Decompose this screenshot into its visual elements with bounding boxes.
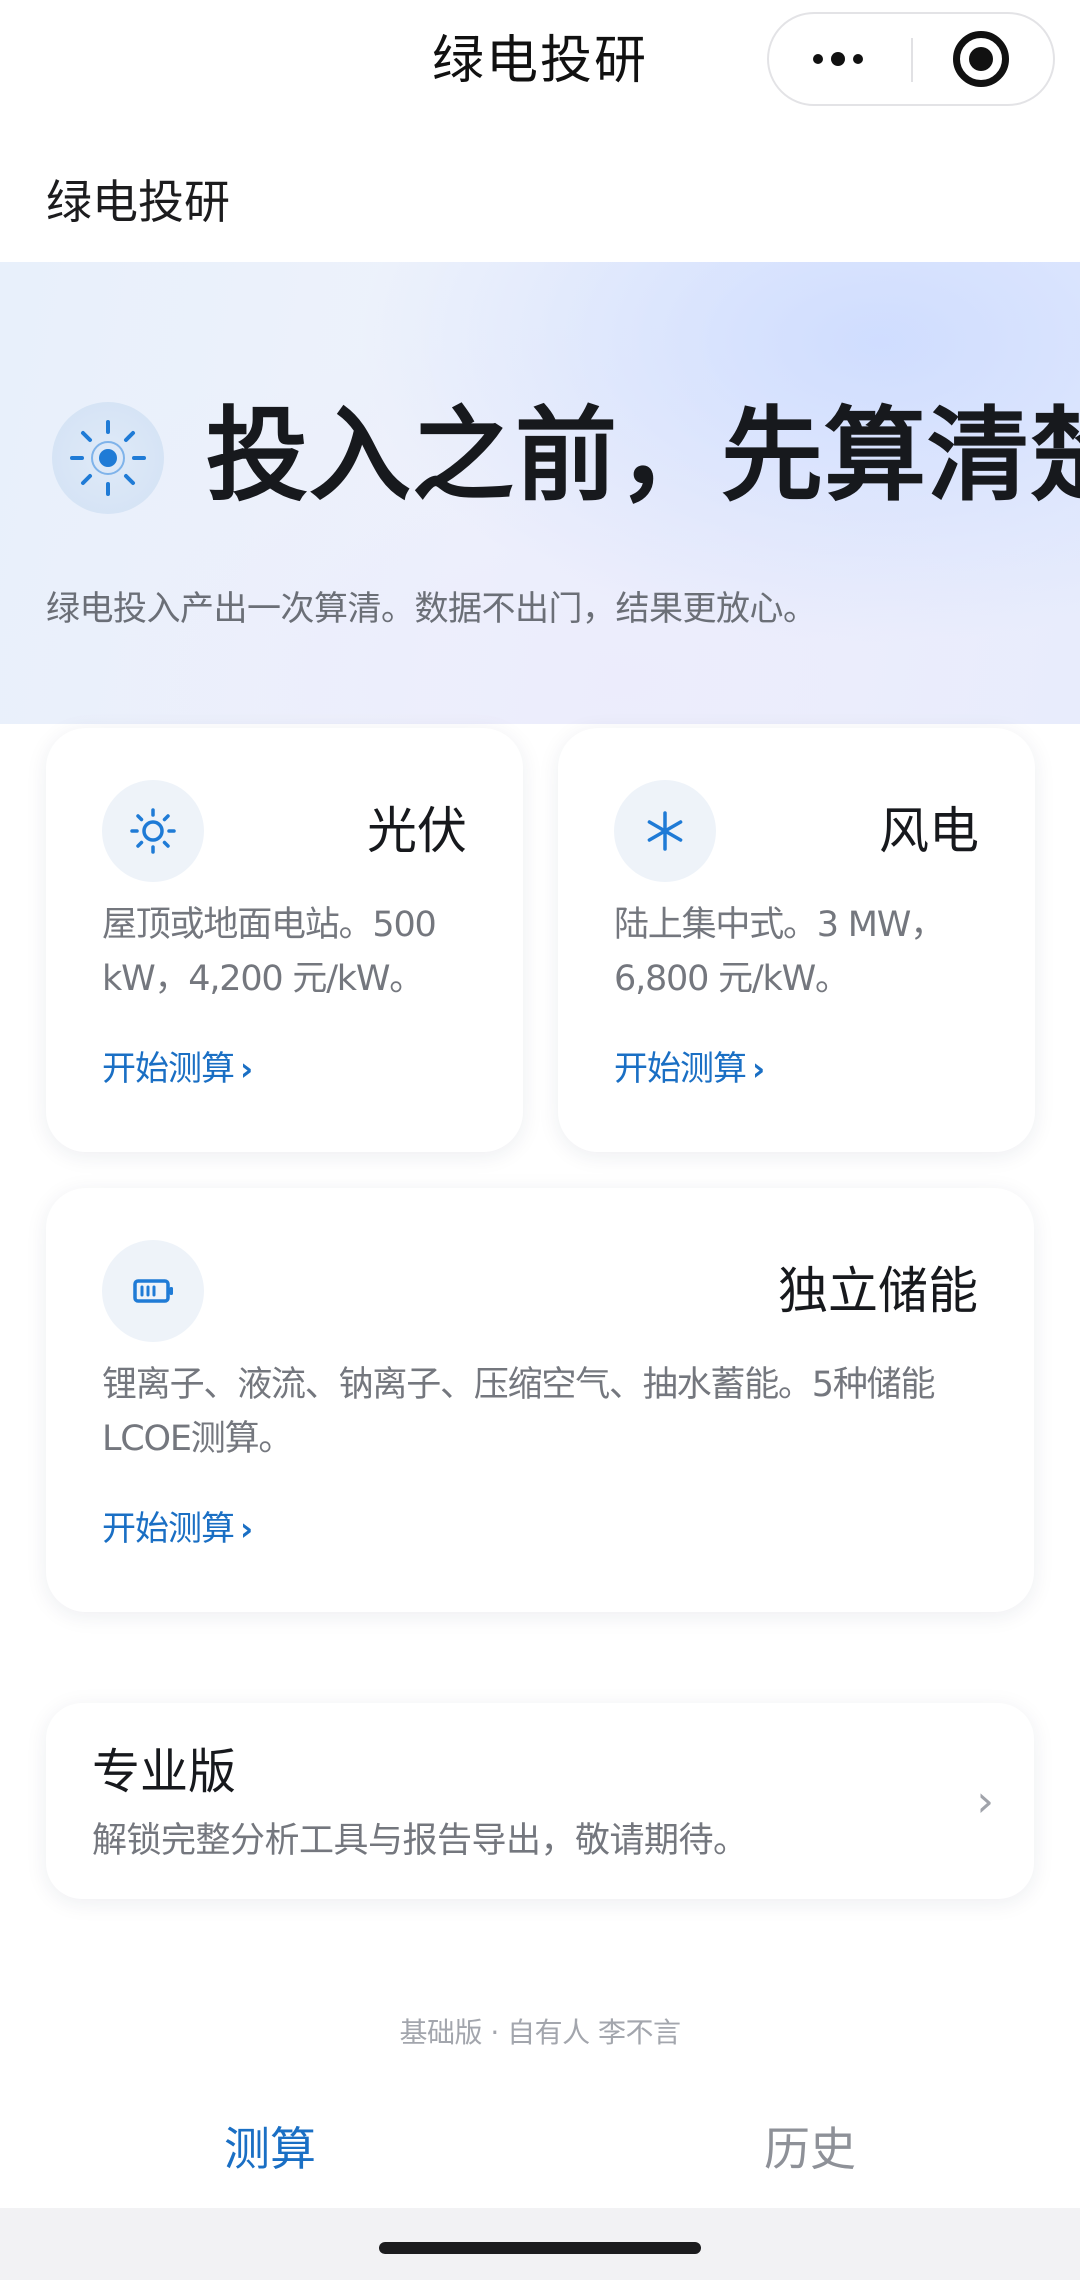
link-label: 开始测算 xyxy=(102,1509,235,1549)
hero-description: 绿电投入产出一次算清。数据不出门，结果更放心。 xyxy=(46,589,817,629)
card-title: 独立储能 xyxy=(778,1262,978,1320)
link-label: 开始测算 xyxy=(614,1049,747,1089)
start-calc-link[interactable]: 开始测算 › xyxy=(102,1044,253,1094)
start-calc-link[interactable]: 开始测算 › xyxy=(614,1044,765,1094)
tab-history[interactable]: 历史 xyxy=(710,2116,910,2182)
card-desc-line: LCOE测算。 xyxy=(102,1419,293,1459)
hero-headline: 投入之前，先算清楚。 xyxy=(206,397,1080,516)
card-desc-line: 6,800 元/kW。 xyxy=(614,959,850,999)
chevron-right-icon: › xyxy=(240,1050,253,1088)
hero-banner: 投入之前，先算清楚。 绿电投入产出一次算清。数据不出门，结果更放心。 xyxy=(0,262,1080,724)
card-title: 风电 xyxy=(879,802,979,860)
chevron-right-icon: › xyxy=(976,1776,994,1827)
card-description: 陆上集中式。3 MW， 6,800 元/kW。 xyxy=(614,898,945,1006)
wind-card[interactable]: 风电 陆上集中式。3 MW， 6,800 元/kW。 开始测算 › xyxy=(558,728,1035,1152)
asterisk-icon xyxy=(614,780,716,882)
card-description: 锂离子、液流、钠离子、压缩空气、抽水蓄能。5种储能 LCOE测算。 xyxy=(102,1358,935,1466)
card-description: 屋顶或地面电站。500 kW，4,200 元/kW。 xyxy=(102,898,437,1006)
bottom-tab-bar: 测算 历史 xyxy=(0,2090,1080,2208)
battery-icon xyxy=(102,1240,204,1342)
page-title: 绿电投研 xyxy=(46,175,230,229)
tab-calculate[interactable]: 测算 xyxy=(170,2116,370,2182)
chevron-right-icon: › xyxy=(240,1510,253,1548)
card-desc-line: 锂离子、液流、钠离子、压缩空气、抽水蓄能。5种储能 xyxy=(102,1365,935,1405)
system-home-area xyxy=(0,2208,1080,2280)
mini-program-capsule xyxy=(767,12,1055,106)
target-circle-icon[interactable] xyxy=(913,14,1053,104)
card-desc-line: 屋顶或地面电站。500 xyxy=(102,905,437,945)
sun-icon xyxy=(52,402,164,514)
link-label: 开始测算 xyxy=(102,1049,235,1089)
top-navbar: 绿电投研 xyxy=(0,0,1080,125)
pv-card[interactable]: 光伏 屋顶或地面电站。500 kW，4,200 元/kW。 开始测算 › xyxy=(46,728,523,1152)
card-desc-line: kW，4,200 元/kW。 xyxy=(102,959,424,999)
storage-card[interactable]: 独立储能 锂离子、液流、钠离子、压缩空气、抽水蓄能。5种储能 LCOE测算。 开… xyxy=(46,1188,1034,1612)
start-calc-link[interactable]: 开始测算 › xyxy=(102,1504,253,1554)
card-title: 光伏 xyxy=(367,802,467,860)
home-indicator[interactable] xyxy=(379,2242,701,2254)
version-note: 基础版 · 自有人 李不言 xyxy=(399,2016,681,2049)
pro-description: 解锁完整分析工具与报告导出，敬请期待。 xyxy=(92,1821,748,1861)
more-dots-icon[interactable] xyxy=(769,14,912,104)
pro-title: 专业版 xyxy=(92,1744,237,1800)
pro-version-card[interactable]: 专业版 解锁完整分析工具与报告导出，敬请期待。 › xyxy=(46,1703,1034,1899)
sun-icon xyxy=(102,780,204,882)
chevron-right-icon: › xyxy=(752,1050,765,1088)
page: 绿电投研 绿电投研 投入之前，先算清 绿电投入产出一次算清。数据不出门，结果更放… xyxy=(0,0,1080,2280)
card-desc-line: 陆上集中式。3 MW， xyxy=(614,905,945,945)
